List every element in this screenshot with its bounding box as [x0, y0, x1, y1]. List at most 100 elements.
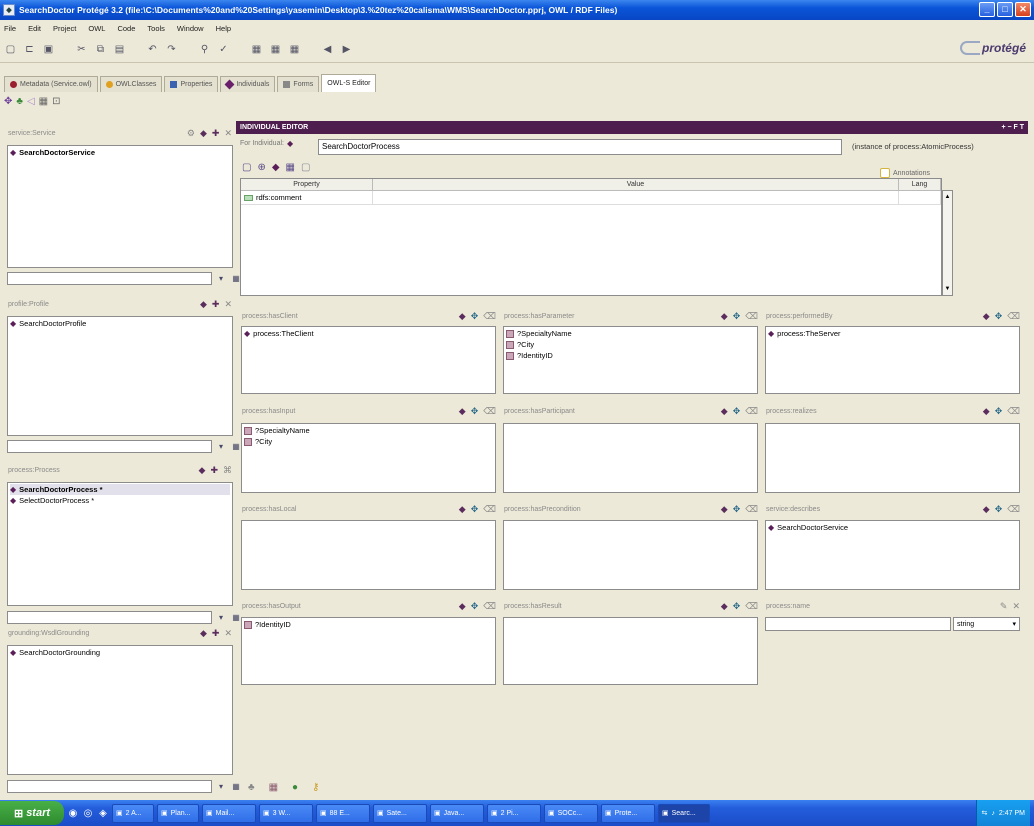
list-item[interactable]: ◆ SearchDoctorGrounding: [10, 647, 230, 658]
back-icon[interactable]: ◀: [321, 43, 334, 56]
quicklaunch-media-icon[interactable]: ◎: [82, 808, 94, 819]
menu-tools[interactable]: Tools: [147, 24, 165, 33]
create-individual-icon[interactable]: ◆: [983, 406, 990, 417]
create-individual-icon[interactable]: ◆: [721, 504, 728, 515]
taskbar-item[interactable]: ▣ 88 E...: [316, 803, 370, 823]
paste-icon[interactable]: ▤: [113, 43, 126, 56]
process-name-input[interactable]: [765, 617, 951, 631]
dropdown-icon[interactable]: ▾: [215, 441, 227, 453]
close-button[interactable]: ✕: [1015, 2, 1031, 17]
list-performedBy[interactable]: ◆ process:TheServer: [765, 326, 1020, 394]
create-individual-icon[interactable]: ◆: [272, 162, 280, 173]
layout-3-icon[interactable]: ▦: [288, 43, 301, 56]
save-project-icon[interactable]: ▣: [42, 43, 55, 56]
taskbar-item[interactable]: ▣ 2 A...: [112, 803, 154, 823]
delete-icon[interactable]: ✕: [224, 628, 232, 639]
add-icon[interactable]: ✚: [212, 628, 220, 639]
create-individual-icon[interactable]: ◆: [983, 311, 990, 322]
create-individual-icon[interactable]: ◆: [721, 406, 728, 417]
arrow-icon[interactable]: ◁: [27, 96, 35, 107]
taskbar-item[interactable]: ▣ Plan...: [157, 803, 199, 823]
menu-file[interactable]: File: [4, 24, 16, 33]
start-button[interactable]: ⊞ start: [0, 801, 64, 825]
delete-icon[interactable]: ✕: [224, 299, 232, 310]
add-property-icon[interactable]: ⊕: [257, 162, 265, 173]
add-value-icon[interactable]: ✥: [733, 406, 741, 417]
taskbar-item[interactable]: ▣ 3 W...: [259, 803, 313, 823]
quicklaunch-browser-icon[interactable]: ◉: [67, 808, 79, 819]
add-value-icon[interactable]: ✥: [995, 406, 1003, 417]
network-icon[interactable]: ⇆: [982, 809, 988, 817]
create-individual-icon[interactable]: ◆: [721, 311, 728, 322]
table-row[interactable]: rdfs:comment: [241, 191, 941, 205]
list-hasClient[interactable]: ◆ process:TheClient: [241, 326, 496, 394]
menu-window[interactable]: Window: [177, 24, 204, 33]
menu-owl[interactable]: OWL: [88, 24, 105, 33]
create-instance-icon[interactable]: ◆: [199, 465, 206, 476]
menu-code[interactable]: Code: [117, 24, 135, 33]
create-individual-icon[interactable]: ◆: [459, 601, 466, 612]
layout-2-icon[interactable]: ▦: [269, 43, 282, 56]
tab-forms[interactable]: Forms: [277, 76, 320, 92]
redo-icon[interactable]: ↷: [165, 43, 178, 56]
delete-icon[interactable]: ⌘: [223, 465, 232, 476]
add-value-icon[interactable]: ✥: [471, 601, 479, 612]
remove-value-icon[interactable]: ⌫: [483, 311, 496, 322]
add-value-icon[interactable]: ✥: [733, 504, 741, 515]
tab-individuals[interactable]: Individuals: [220, 76, 276, 92]
open-project-icon[interactable]: ⊏: [23, 43, 36, 56]
taskbar-item[interactable]: ▣ Prote...: [601, 803, 655, 823]
list-hasOutput[interactable]: ?IdentityID: [241, 617, 496, 685]
column-header-property[interactable]: Property: [241, 179, 373, 190]
list-item[interactable]: ?IdentityID: [244, 619, 493, 630]
volume-icon[interactable]: ♪: [991, 810, 995, 817]
taskbar-item[interactable]: ▣ SOCc...: [544, 803, 598, 823]
add-value-icon[interactable]: ✥: [733, 311, 741, 322]
add-instance-icon[interactable]: ⚙: [187, 128, 195, 139]
process-list[interactable]: ◆ SearchDoctorProcess * ◆ SelectDoctorProc…: [7, 482, 233, 606]
add-value-icon[interactable]: ✥: [471, 406, 479, 417]
key-icon[interactable]: ⚷: [312, 782, 319, 793]
tab-properties[interactable]: Properties: [164, 76, 219, 92]
reasoner-icon[interactable]: ✓: [217, 43, 230, 56]
taskbar-item[interactable]: ▣ Mail...: [202, 803, 256, 823]
list-item[interactable]: ?SpecialtyName: [244, 425, 493, 436]
remove-value-icon[interactable]: ⌫: [1007, 311, 1020, 322]
scroll-up-icon[interactable]: ▲: [943, 192, 952, 202]
menu-help[interactable]: Help: [216, 24, 231, 33]
list-item[interactable]: ?City: [506, 339, 755, 350]
undo-icon[interactable]: ↶: [146, 43, 159, 56]
editor-header-actions[interactable]: + − F T: [1001, 124, 1024, 131]
list-item[interactable]: ◆ process:TheServer: [768, 328, 1017, 339]
forward-icon[interactable]: ▶: [340, 43, 353, 56]
window-title-bar[interactable]: ◆ SearchDoctor Protégé 3.2 (file:\C:\Doc…: [0, 0, 1034, 20]
grid-view-icon[interactable]: ▦: [39, 96, 48, 107]
grounding-filter-input[interactable]: [7, 780, 212, 793]
delete-value-icon[interactable]: ▦: [286, 162, 295, 173]
add-value-icon[interactable]: ✥: [471, 311, 479, 322]
tree-icon[interactable]: ♣: [16, 96, 23, 107]
list-item[interactable]: ◆ SearchDoctorService: [768, 522, 1017, 533]
quicklaunch-desktop-icon[interactable]: ◈: [97, 808, 109, 819]
taskbar-item[interactable]: ▣ Java...: [430, 803, 484, 823]
add-icon[interactable]: ✚: [212, 299, 220, 310]
list-hasParticipant[interactable]: [503, 423, 758, 493]
remove-value-icon[interactable]: ⌫: [745, 406, 758, 417]
menu-project[interactable]: Project: [53, 24, 76, 33]
dropdown-icon[interactable]: ▾: [215, 612, 227, 624]
cut-icon[interactable]: ✂: [75, 43, 88, 56]
create-instance-icon[interactable]: ◆: [200, 128, 207, 139]
add-value-icon[interactable]: ▢: [242, 162, 251, 173]
graph-icon[interactable]: ✥: [4, 96, 12, 107]
add-icon[interactable]: ✚: [210, 465, 218, 476]
add-value-icon[interactable]: ✥: [995, 311, 1003, 322]
datatype-select[interactable]: string ▾: [953, 617, 1020, 631]
taskbar-item[interactable]: ▣ Searc...: [658, 803, 710, 823]
list-realizes[interactable]: [765, 423, 1020, 493]
service-filter-input[interactable]: [7, 272, 212, 285]
dropdown-icon[interactable]: ▾: [215, 781, 227, 793]
create-individual-icon[interactable]: ◆: [721, 601, 728, 612]
add-icon[interactable]: ✚: [212, 128, 220, 139]
remove-value-icon[interactable]: ⌫: [745, 504, 758, 515]
copy-value-icon[interactable]: ▢: [301, 162, 310, 173]
